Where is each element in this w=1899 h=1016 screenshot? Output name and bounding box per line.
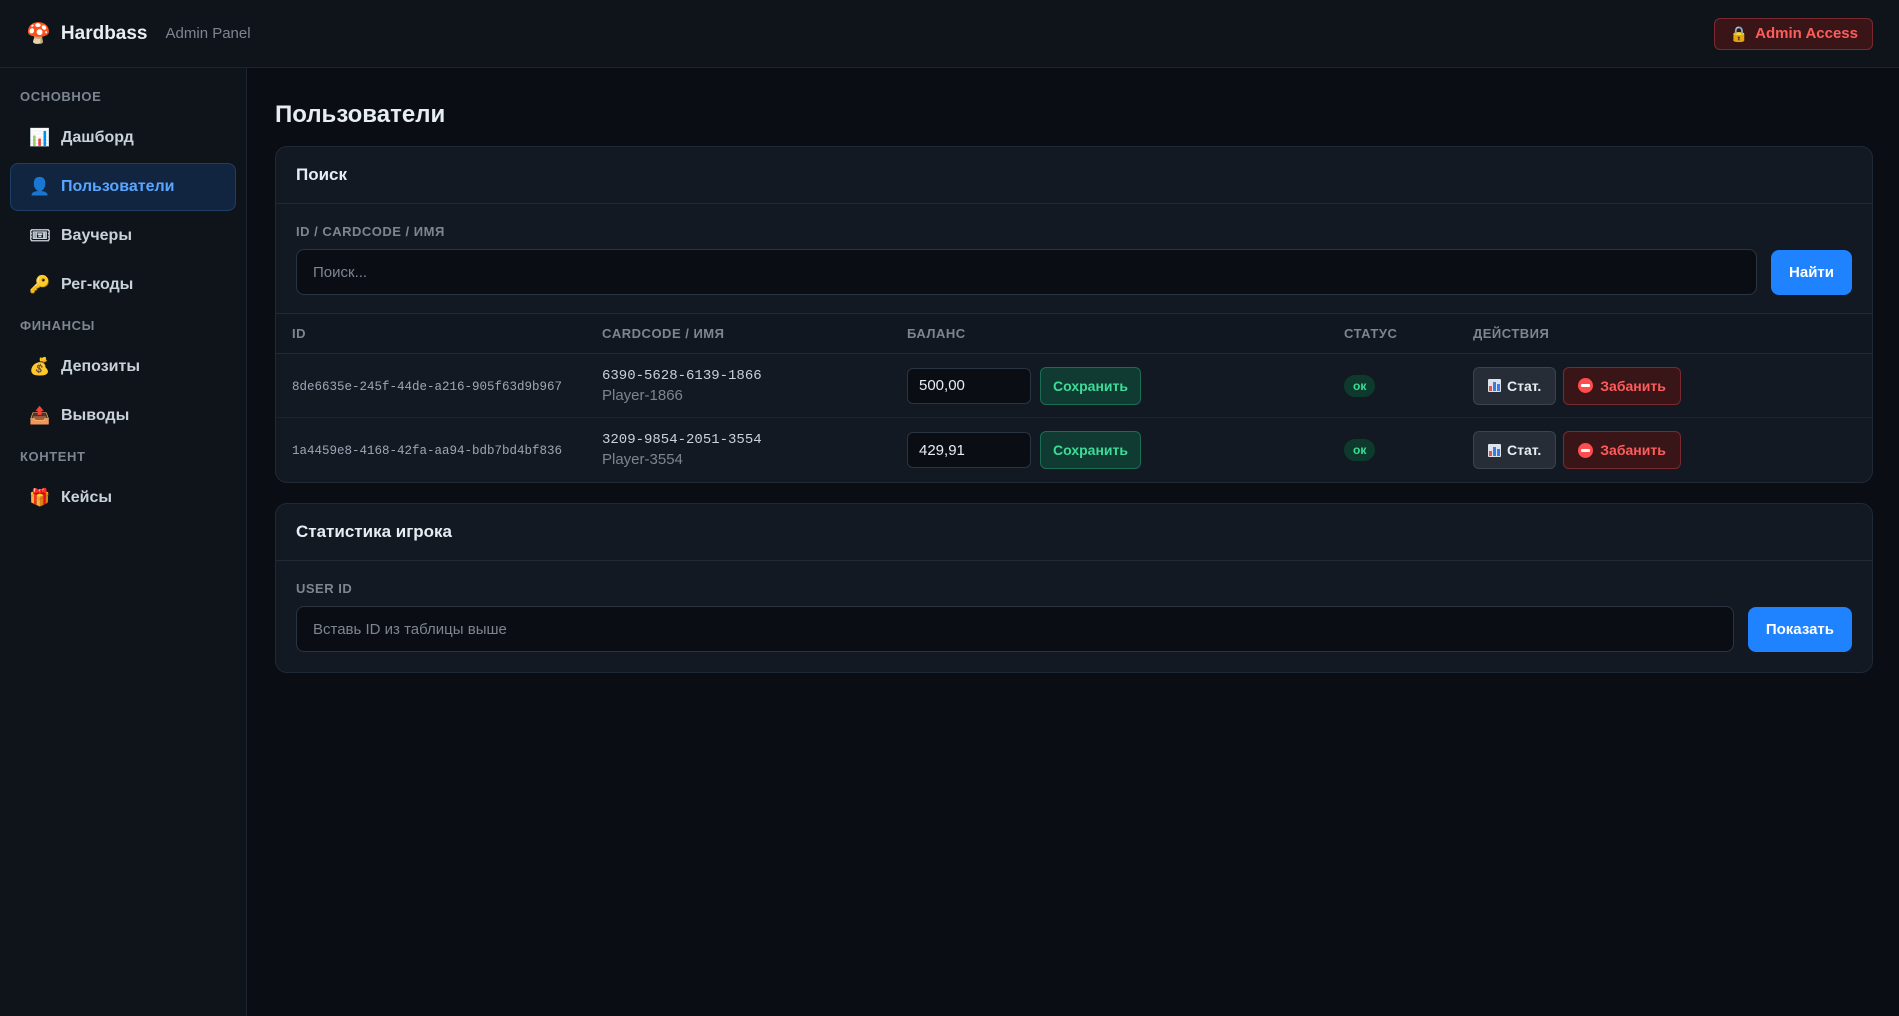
sidebar-item-reg-codes[interactable]: 🔑 Рег-коды <box>10 261 236 309</box>
header-status: СТАТУС <box>1344 326 1398 341</box>
page-title: Пользователи <box>275 101 446 128</box>
sidebar: ОСНОВНОЕ 📊 Дашборд 👤 Пользователи 🎟 Вауч… <box>0 68 247 1016</box>
player-stats-card: Статистика игрока USER ID Показать <box>275 503 1873 673</box>
user-icon: 👤 <box>29 177 51 196</box>
player-stats-title: Статистика игрока <box>276 504 1872 561</box>
sidebar-section-finance: ФИНАНСЫ <box>20 318 95 333</box>
mushroom-icon: 🍄 <box>26 23 51 45</box>
sidebar-item-label: Пользователи <box>61 178 175 195</box>
header-id: ID <box>292 326 306 341</box>
ticket-icon: 🎟 <box>29 226 51 245</box>
user-id: 8de6635e-245f-44de-a216-905f63d9b967 <box>292 379 563 394</box>
balance-input[interactable] <box>907 367 1031 404</box>
status-badge: ок <box>1344 374 1376 397</box>
bar-chart-icon <box>1488 443 1501 457</box>
stats-button-label: Стат. <box>1507 377 1542 394</box>
gift-icon: 🎁 <box>29 488 51 507</box>
ban-button[interactable]: Забанить <box>1563 431 1681 469</box>
save-balance-button[interactable]: Сохранить <box>1040 366 1141 405</box>
table-row: 8de6635e-245f-44de-a216-905f63d9b967 639… <box>276 354 1872 418</box>
stats-button[interactable]: Стат. <box>1473 366 1557 405</box>
sidebar-item-label: Кейсы <box>61 489 113 506</box>
main-content: Пользователи Поиск ID / CARDCODE / ИМЯ Н… <box>275 68 1873 673</box>
user-id: 1a4459e8-4168-42fa-aa94-bdb7bd4bf836 <box>292 444 563 458</box>
user-id-label: USER ID <box>296 581 353 596</box>
sidebar-item-label: Выводы <box>61 407 130 424</box>
search-button[interactable]: Найти <box>1771 249 1852 295</box>
admin-access-button[interactable]: 🔒 Admin Access <box>1714 17 1873 50</box>
bar-chart-icon <box>1488 379 1501 392</box>
status-badge: ок <box>1344 439 1376 461</box>
user-cardcode: 3209-9854-2051-3554 <box>602 432 762 448</box>
search-label: ID / CARDCODE / ИМЯ <box>296 224 445 239</box>
key-icon: 🔑 <box>29 275 51 294</box>
sidebar-section-main: ОСНОВНОЕ <box>20 89 102 104</box>
money-bag-icon: 💰 <box>29 357 51 376</box>
stats-button-label: Стат. <box>1507 442 1542 458</box>
sidebar-item-dashboard[interactable]: 📊 Дашборд <box>10 114 236 162</box>
user-id-input[interactable] <box>296 606 1734 652</box>
search-card-title: Поиск <box>276 147 1872 204</box>
table-row: 1a4459e8-4168-42fa-aa94-bdb7bd4bf836 320… <box>276 418 1872 482</box>
brand-subtitle: Admin Panel <box>165 25 251 42</box>
sidebar-item-label: Ваучеры <box>61 227 132 244</box>
header-actions: ДЕЙСТВИЯ <box>1473 326 1550 341</box>
users-table: ID CARDCODE / ИМЯ БАЛАНС СТАТУС ДЕЙСТВИЯ… <box>276 313 1872 482</box>
ban-button-label: Забанить <box>1600 377 1666 394</box>
stats-button[interactable]: Стат. <box>1473 431 1557 469</box>
sidebar-item-vouchers[interactable]: 🎟 Ваучеры <box>10 212 236 260</box>
user-cardcode: 6390-5628-6139-1866 <box>602 367 762 384</box>
sidebar-item-label: Дашборд <box>61 129 134 146</box>
user-name: Player-3554 <box>602 451 683 468</box>
show-button[interactable]: Показать <box>1747 606 1852 652</box>
table-header: ID CARDCODE / ИМЯ БАЛАНС СТАТУС ДЕЙСТВИЯ <box>276 314 1872 354</box>
sidebar-section-content: КОНТЕНТ <box>20 449 86 464</box>
header-cardcode: CARDCODE / ИМЯ <box>602 326 725 341</box>
admin-access-label: Admin Access <box>1755 25 1858 42</box>
header-balance: БАЛАНС <box>907 326 966 341</box>
lock-icon: 🔒 <box>1729 25 1749 43</box>
sidebar-item-cases[interactable]: 🎁 Кейсы <box>10 474 236 522</box>
save-balance-button[interactable]: Сохранить <box>1040 431 1141 469</box>
ban-button[interactable]: Забанить <box>1563 366 1681 405</box>
sidebar-item-users[interactable]: 👤 Пользователи <box>10 163 236 211</box>
bar-chart-icon: 📊 <box>29 128 51 147</box>
brand-name: Hardbass <box>60 22 148 44</box>
sidebar-item-deposits[interactable]: 💰 Депозиты <box>10 343 236 391</box>
search-input[interactable] <box>296 249 1758 295</box>
ban-button-label: Забанить <box>1600 442 1666 458</box>
no-entry-icon <box>1578 442 1594 458</box>
sidebar-item-label: Рег-коды <box>61 276 134 293</box>
balance-input[interactable] <box>907 432 1031 468</box>
search-card: Поиск ID / CARDCODE / ИМЯ Найти ID CARDC… <box>275 146 1873 483</box>
user-name: Player-1866 <box>602 386 683 404</box>
sidebar-item-withdrawals[interactable]: 📤 Выводы <box>10 392 236 440</box>
sidebar-item-label: Депозиты <box>61 358 141 375</box>
outbox-icon: 📤 <box>29 406 51 425</box>
top-bar: 🍄 Hardbass Admin Panel 🔒 Admin Access <box>0 0 1899 68</box>
no-entry-icon <box>1578 378 1594 393</box>
